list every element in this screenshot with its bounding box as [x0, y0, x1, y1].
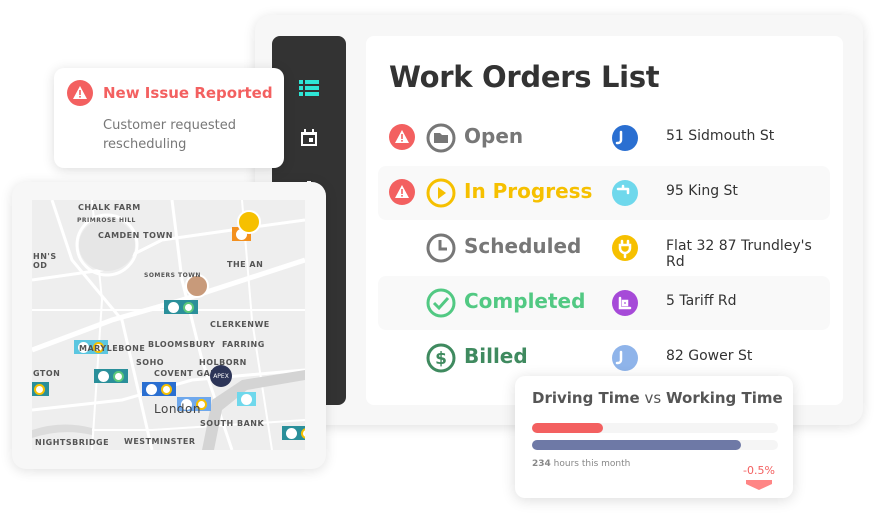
notification-body: Customer requested rescheduling: [103, 118, 236, 152]
address: 5 Tariff Rd: [666, 293, 737, 309]
dollar-icon: $: [426, 343, 456, 377]
driving-time-bar: [532, 423, 778, 433]
title-working: Working Time: [666, 389, 783, 407]
status-label: Open: [464, 124, 524, 148]
map-job-marker[interactable]: [237, 392, 256, 406]
map-label: BLOOMSBURY: [148, 340, 216, 349]
map-label: NIGHTSBRIDGE: [35, 438, 110, 447]
folder-icon: [426, 123, 456, 157]
map-job-marker[interactable]: [142, 382, 176, 396]
map-label: WESTMINSTER: [124, 437, 196, 446]
boiler-icon: [612, 290, 638, 316]
driving-card-title: Driving Time vs Working Time: [532, 389, 783, 407]
change-percent: -0.5%: [743, 464, 775, 477]
pipe-icon: [612, 125, 638, 151]
address: 95 King St: [666, 183, 738, 199]
technician-avatar[interactable]: [237, 210, 261, 234]
map-label: MARYLEBONE: [79, 344, 146, 353]
alert-icon: [389, 124, 415, 154]
alert-icon: [67, 80, 93, 110]
working-time-fill: [532, 440, 742, 450]
status-label: Billed: [464, 344, 528, 368]
map-label: London: [154, 402, 201, 416]
hours-value: 234: [532, 459, 551, 469]
work-order-row[interactable]: Completed 5 Tariff Rd: [378, 276, 830, 330]
map-label: PRIMROSE HILL: [77, 217, 136, 224]
tap-icon: [612, 180, 638, 206]
address: Flat 32 87 Trundley's Rd: [666, 238, 812, 270]
work-order-row[interactable]: Scheduled Flat 32 87 Trundley's Rd: [378, 221, 830, 275]
map-label: HN'S OD: [33, 252, 57, 270]
title-driving: Driving Time: [532, 389, 640, 407]
work-order-row[interactable]: In Progress 95 King St: [378, 166, 830, 220]
map-job-marker[interactable]: [32, 382, 49, 396]
svg-text:$: $: [435, 349, 447, 369]
map-job-marker[interactable]: [94, 369, 128, 383]
map-label: CHALK FARM: [78, 203, 141, 212]
work-order-row[interactable]: Open 51 Sidmouth St: [378, 111, 830, 165]
map-label: SOUTH BANK: [200, 419, 265, 428]
page-title: Work Orders List: [389, 60, 660, 94]
map-job-marker[interactable]: [164, 300, 198, 314]
address: 51 Sidmouth St: [666, 128, 775, 144]
status-label: Completed: [464, 289, 586, 313]
trend-down-icon: [746, 480, 772, 490]
driving-vs-working-card: Driving Time vs Working Time 234 hours t…: [515, 376, 793, 498]
map-label: SOHO: [136, 358, 165, 367]
list-icon[interactable]: [299, 78, 319, 98]
working-time-bar: [532, 440, 778, 450]
address: 82 Gower St: [666, 348, 753, 364]
check-circle-icon: [426, 288, 456, 322]
map-label: SOMERS TOWN: [144, 272, 201, 279]
title-vs: vs: [644, 389, 662, 407]
driving-time-fill: [532, 423, 604, 433]
calendar-icon[interactable]: [299, 127, 319, 147]
map-label: GTON: [33, 369, 61, 378]
notification-toast[interactable]: New Issue Reported Customer requested re…: [54, 68, 284, 168]
map-label: CLERKENWE: [210, 320, 270, 329]
play-icon: [426, 178, 456, 212]
map-job-marker[interactable]: [282, 426, 305, 440]
status-label: Scheduled: [464, 234, 582, 258]
notification-title: New Issue Reported: [103, 84, 273, 102]
map-view[interactable]: CHALK FARM PRIMROSE HILL CAMDEN TOWN THE…: [32, 200, 305, 450]
hours-label: hours this month: [553, 459, 631, 469]
map-label: FARRING: [222, 340, 265, 349]
plug-icon: [612, 235, 638, 261]
status-label: In Progress: [464, 179, 593, 203]
apex-logo: APEX: [210, 365, 232, 387]
map-label: CAMDEN TOWN: [98, 231, 173, 240]
clock-icon: [426, 233, 456, 267]
pipe-icon: [612, 345, 638, 371]
alert-icon: [389, 179, 415, 209]
hours-summary: 234 hours this month: [532, 459, 630, 469]
map-label: THE AN: [227, 260, 264, 269]
